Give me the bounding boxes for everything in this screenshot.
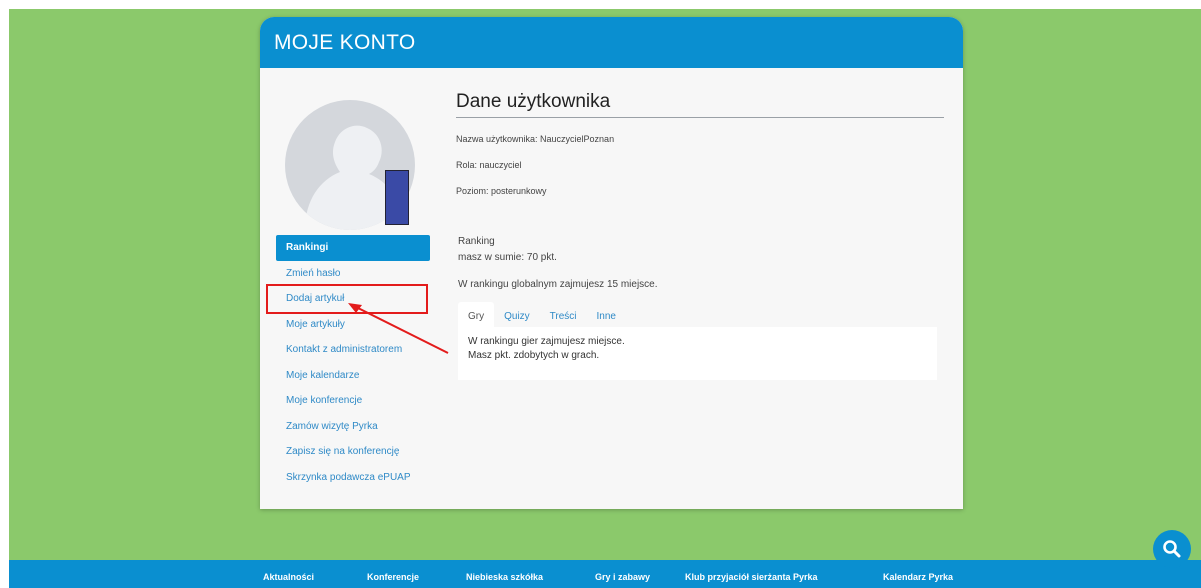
user-data-section: Dane użytkownika Nazwa użytkownika: Nauc…	[456, 91, 944, 196]
user-data-title: Dane użytkownika	[456, 91, 944, 118]
search-button[interactable]	[1153, 530, 1191, 568]
footer-nav: Aktualności Konferencje Niebieska szkółk…	[9, 560, 1201, 588]
games-points-line: Masz pkt. zdobytych w grach.	[468, 350, 600, 361]
ranking-global: W rankingu globalnym zajmujesz 15 miejsc…	[458, 279, 658, 290]
baton-icon	[385, 170, 409, 225]
sidebar-item-moje-kalendarze[interactable]: Moje kalendarze	[276, 363, 430, 389]
ranking-sum: masz w sumie: 70 pkt.	[458, 252, 557, 263]
tab-tresci[interactable]: Treści	[540, 302, 587, 327]
annotation-arrow-icon	[348, 303, 449, 354]
search-icon	[1163, 540, 1181, 558]
tab-gry[interactable]: Gry	[458, 302, 495, 327]
ranking-tabs: Gry Quizy Treści Inne	[458, 302, 626, 327]
sidebar-item-zapisz-sie[interactable]: Zapisz się na konferencję	[276, 439, 430, 465]
tab-inne[interactable]: Inne	[587, 302, 626, 327]
sidebar-item-rankingi[interactable]: Rankingi	[276, 235, 430, 261]
sidebar-item-epuap[interactable]: Skrzynka podawcza ePUAP	[276, 465, 430, 491]
games-rank-line: W rankingu gier zajmujesz miejsce.	[468, 336, 625, 347]
sidebar-menu: Rankingi Zmień hasło Dodaj artykuł Moje …	[276, 235, 430, 490]
account-card: MOJE KONTO Rankingi Zmień hasło Dodaj ar…	[260, 17, 963, 509]
sidebar-item-zmien-haslo[interactable]: Zmień hasło	[276, 261, 430, 287]
level-line: Poziom: posterunkowy	[456, 186, 547, 196]
tab-panel-gry: W rankingu gier zajmujesz miejsce. Masz …	[458, 327, 937, 380]
footer-link-niebieska-szkolka[interactable]: Niebieska szkółka	[466, 572, 543, 582]
footer-link-konferencje[interactable]: Konferencje	[367, 572, 419, 582]
footer-link-kalendarz[interactable]: Kalendarz Pyrka	[883, 572, 953, 582]
username-line: Nazwa użytkownika: NauczycielPoznan	[456, 134, 615, 144]
footer-link-aktualnosci[interactable]: Aktualności	[263, 572, 314, 582]
page-title: MOJE KONTO	[260, 17, 963, 68]
tab-quizy[interactable]: Quizy	[494, 302, 540, 327]
footer-link-gry-i-zabawy[interactable]: Gry i zabawy	[595, 572, 650, 582]
role-line: Rola: nauczyciel	[456, 160, 522, 170]
footer-link-klub[interactable]: Klub przyjaciół sierżanta Pyrka	[685, 572, 818, 582]
sidebar-item-zamow-wizyte[interactable]: Zamów wizytę Pyrka	[276, 414, 430, 440]
ranking-title: Ranking	[458, 236, 495, 247]
sidebar-item-moje-konferencje[interactable]: Moje konferencje	[276, 388, 430, 414]
